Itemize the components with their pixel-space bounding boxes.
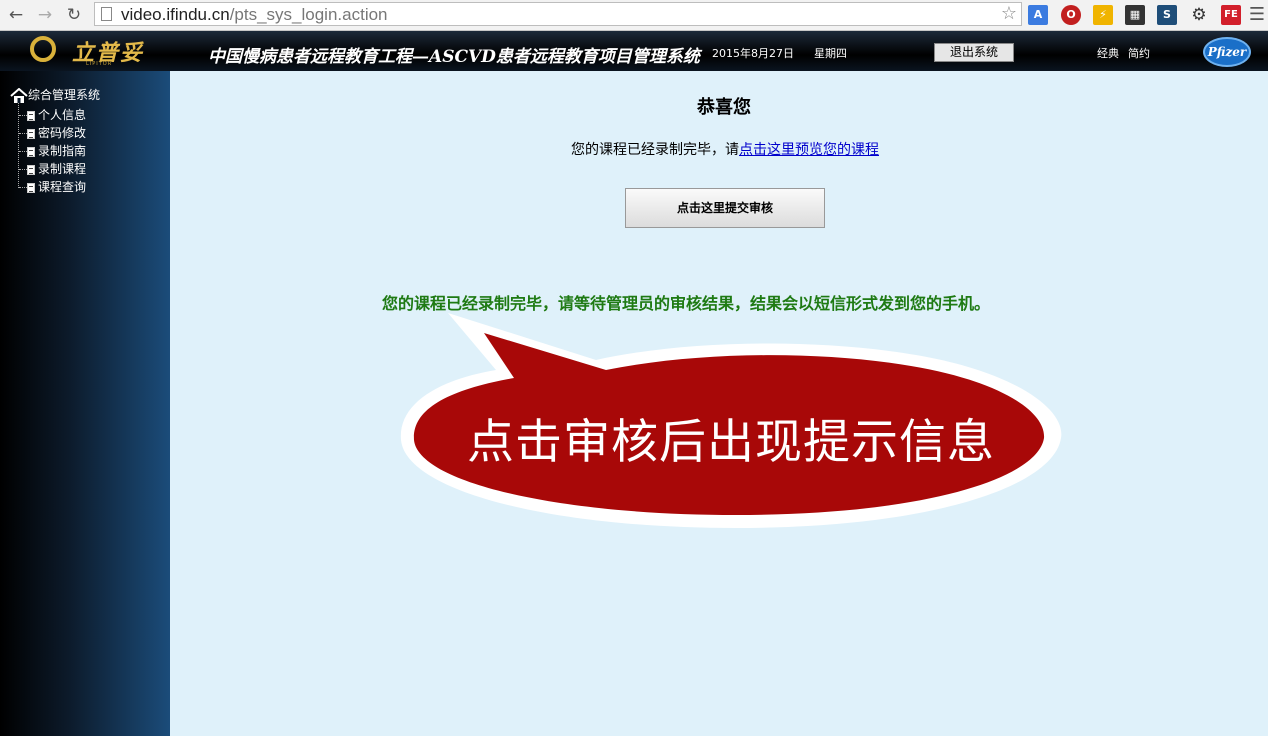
document-icon	[27, 164, 35, 175]
system-title: 中国慢病患者远程教育工程—ASCVD患者远程教育项目管理系统	[208, 47, 700, 67]
sidebar-item-label: 录制课程	[38, 162, 87, 176]
back-icon[interactable]: ←	[5, 4, 27, 26]
date-text: 2015年8月27日	[712, 47, 794, 60]
page-icon	[101, 7, 112, 21]
sidebar-item-personal-info[interactable]: 个人信息	[19, 107, 86, 123]
sidebar-item-label: 录制指南	[38, 144, 87, 158]
sidebar: 综合管理系统 个人信息 密码修改 录制指南 录制课程 课程查询	[0, 71, 170, 736]
translate-extension-icon[interactable]: A	[1028, 5, 1048, 25]
settings-gear-icon[interactable]: ⚙	[1189, 5, 1209, 25]
sidebar-root-item[interactable]: 综合管理系统	[10, 86, 100, 104]
document-icon	[27, 146, 35, 157]
logo-ring-icon	[30, 36, 56, 62]
lipitor-logo: 立普妥 LIPITOR	[28, 34, 168, 68]
preview-course-link[interactable]: 点击这里预览您的课程	[739, 142, 879, 158]
sidebar-item-label: 个人信息	[38, 108, 87, 122]
url-text[interactable]: video.ifindu.cn/pts_sys_login.action	[121, 5, 388, 25]
s-extension-icon[interactable]: S	[1157, 5, 1177, 25]
document-icon	[27, 128, 35, 139]
sidebar-root-label: 综合管理系统	[28, 88, 101, 102]
fe-extension-icon[interactable]: FE	[1221, 5, 1241, 25]
weekday-text: 星期四	[814, 47, 847, 60]
completion-message-text: 您的课程已经录制完毕，请	[571, 142, 739, 158]
sidebar-item-label: 课程查询	[38, 180, 87, 194]
sidebar-item-record-course[interactable]: 录制课程	[19, 161, 86, 177]
page-title: 恭喜您	[697, 97, 751, 118]
sidebar-item-course-query[interactable]: 课程查询	[19, 179, 86, 195]
document-icon	[27, 182, 35, 193]
forward-icon[interactable]: →	[34, 4, 56, 26]
site-header: 立普妥 LIPITOR 中国慢病患者远程教育工程—ASCVD患者远程教育项目管理…	[0, 31, 1268, 71]
menu-icon[interactable]: ☰	[1246, 4, 1268, 26]
pfizer-logo: Pfizer	[1203, 37, 1251, 67]
record-extension-icon[interactable]: O	[1061, 5, 1081, 25]
submit-review-button[interactable]: 点击这里提交审核	[625, 188, 825, 228]
logout-button[interactable]: 退出系统	[934, 43, 1014, 62]
flash-extension-icon[interactable]: ⚡	[1093, 5, 1113, 25]
sidebar-item-change-password[interactable]: 密码修改	[19, 125, 86, 141]
skin-simple-link[interactable]: 简约	[1128, 45, 1150, 61]
browser-toolbar: ← → ↻ video.ifindu.cn/pts_sys_login.acti…	[0, 0, 1268, 31]
qr-extension-icon[interactable]: ▦	[1125, 5, 1145, 25]
reload-icon[interactable]: ↻	[63, 4, 85, 26]
completion-message: 您的课程已经录制完毕，请点击这里预览您的课程	[170, 139, 1268, 159]
home-icon	[10, 87, 28, 103]
bookmark-star-icon[interactable]: ☆	[1001, 3, 1017, 24]
sidebar-item-recording-guide[interactable]: 录制指南	[19, 143, 86, 159]
skin-classic-link[interactable]: 经典	[1097, 45, 1119, 61]
logo-subtext: LIPITOR	[86, 61, 113, 67]
callout-balloon: 点击审核后出现提示信息	[396, 310, 1066, 530]
sidebar-item-label: 密码修改	[38, 126, 87, 140]
document-icon	[27, 110, 35, 121]
address-bar[interactable]: video.ifindu.cn/pts_sys_login.action ☆	[94, 2, 1022, 26]
callout-text: 点击审核后出现提示信息	[467, 415, 995, 470]
